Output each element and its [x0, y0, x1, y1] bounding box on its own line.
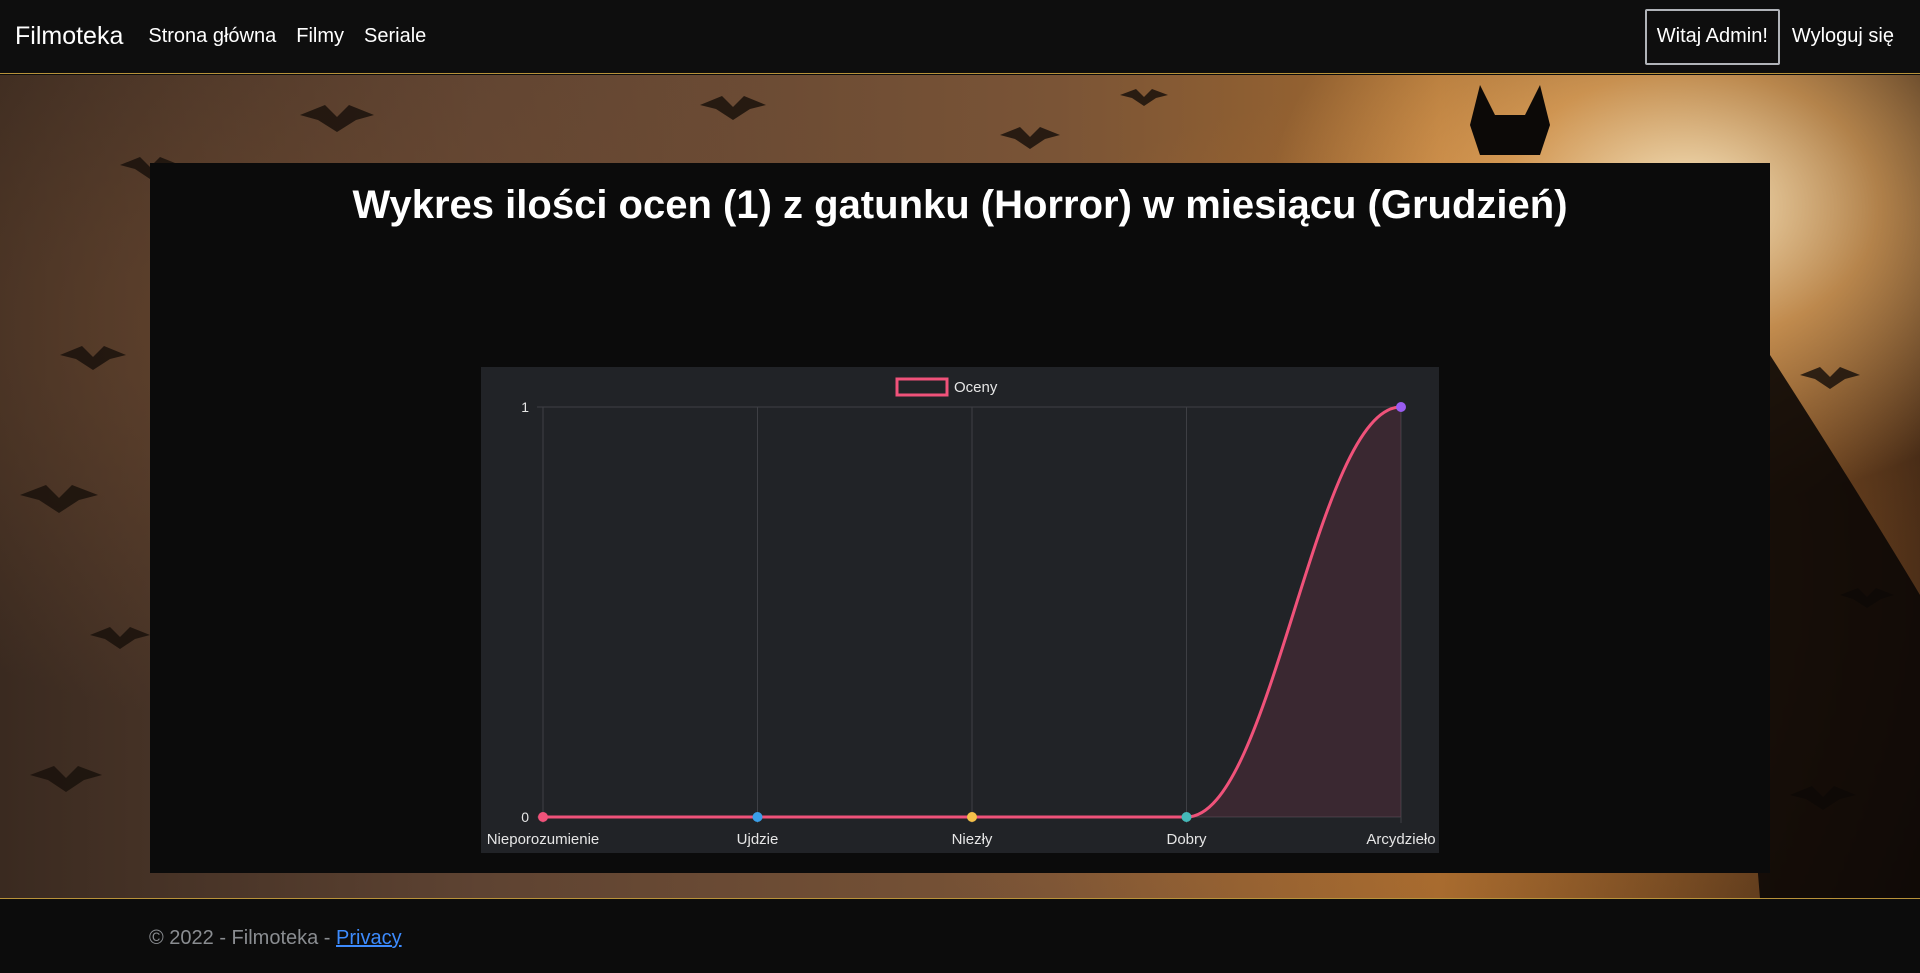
legend-swatch — [895, 377, 949, 397]
data-point — [752, 812, 763, 822]
x-tick-label: Arcydzieło — [1366, 831, 1435, 848]
data-point — [538, 812, 548, 822]
logout-link[interactable]: Wyloguj się — [1792, 25, 1894, 48]
nav-link-home[interactable]: Strona główna — [148, 25, 276, 48]
y-tick-label: 0 — [521, 809, 529, 825]
nav-link-series[interactable]: Seriale — [364, 25, 426, 48]
x-tick-label: Dobry — [1166, 831, 1207, 848]
x-tick-label: Ujdzie — [737, 831, 779, 848]
x-tick-label: Niezły — [952, 831, 993, 848]
footer: © 2022 - Filmoteka - Privacy — [0, 898, 1920, 973]
chart-container: 0 1 Nieporozumienie Ujdzie Niezły Dobry Arcydz… — [481, 367, 1439, 853]
data-point — [967, 812, 977, 822]
data-point — [1396, 402, 1406, 412]
page-title: Wykres ilości ocen (1) z gatunku (Horror… — [352, 183, 1568, 227]
privacy-link[interactable]: Privacy — [336, 927, 402, 949]
nav-link-movies[interactable]: Filmy — [296, 25, 344, 48]
footer-copyright: © 2022 - Filmoteka - — [149, 927, 337, 949]
chart-panel: Wykres ilości ocen (1) z gatunku (Horror… — [150, 163, 1770, 873]
navbar: Filmoteka Strona główna Filmy Seriale Wi… — [0, 0, 1920, 74]
welcome-user-button[interactable]: Witaj Admin! — [1644, 8, 1780, 65]
nav-user-area: Witaj Admin! Wyloguj się — [1644, 8, 1894, 65]
data-point — [1181, 812, 1192, 822]
y-tick-label: 1 — [521, 399, 529, 415]
brand-link[interactable]: Filmoteka — [15, 22, 123, 51]
chart-svg: 0 1 Nieporozumienie Ujdzie Niezły Dobry Arcydz… — [487, 377, 1436, 848]
legend-label: Oceny — [954, 379, 998, 396]
footer-text: © 2022 - Filmoteka - Privacy — [149, 927, 402, 950]
x-tick-label: Nieporozumienie — [487, 831, 600, 848]
